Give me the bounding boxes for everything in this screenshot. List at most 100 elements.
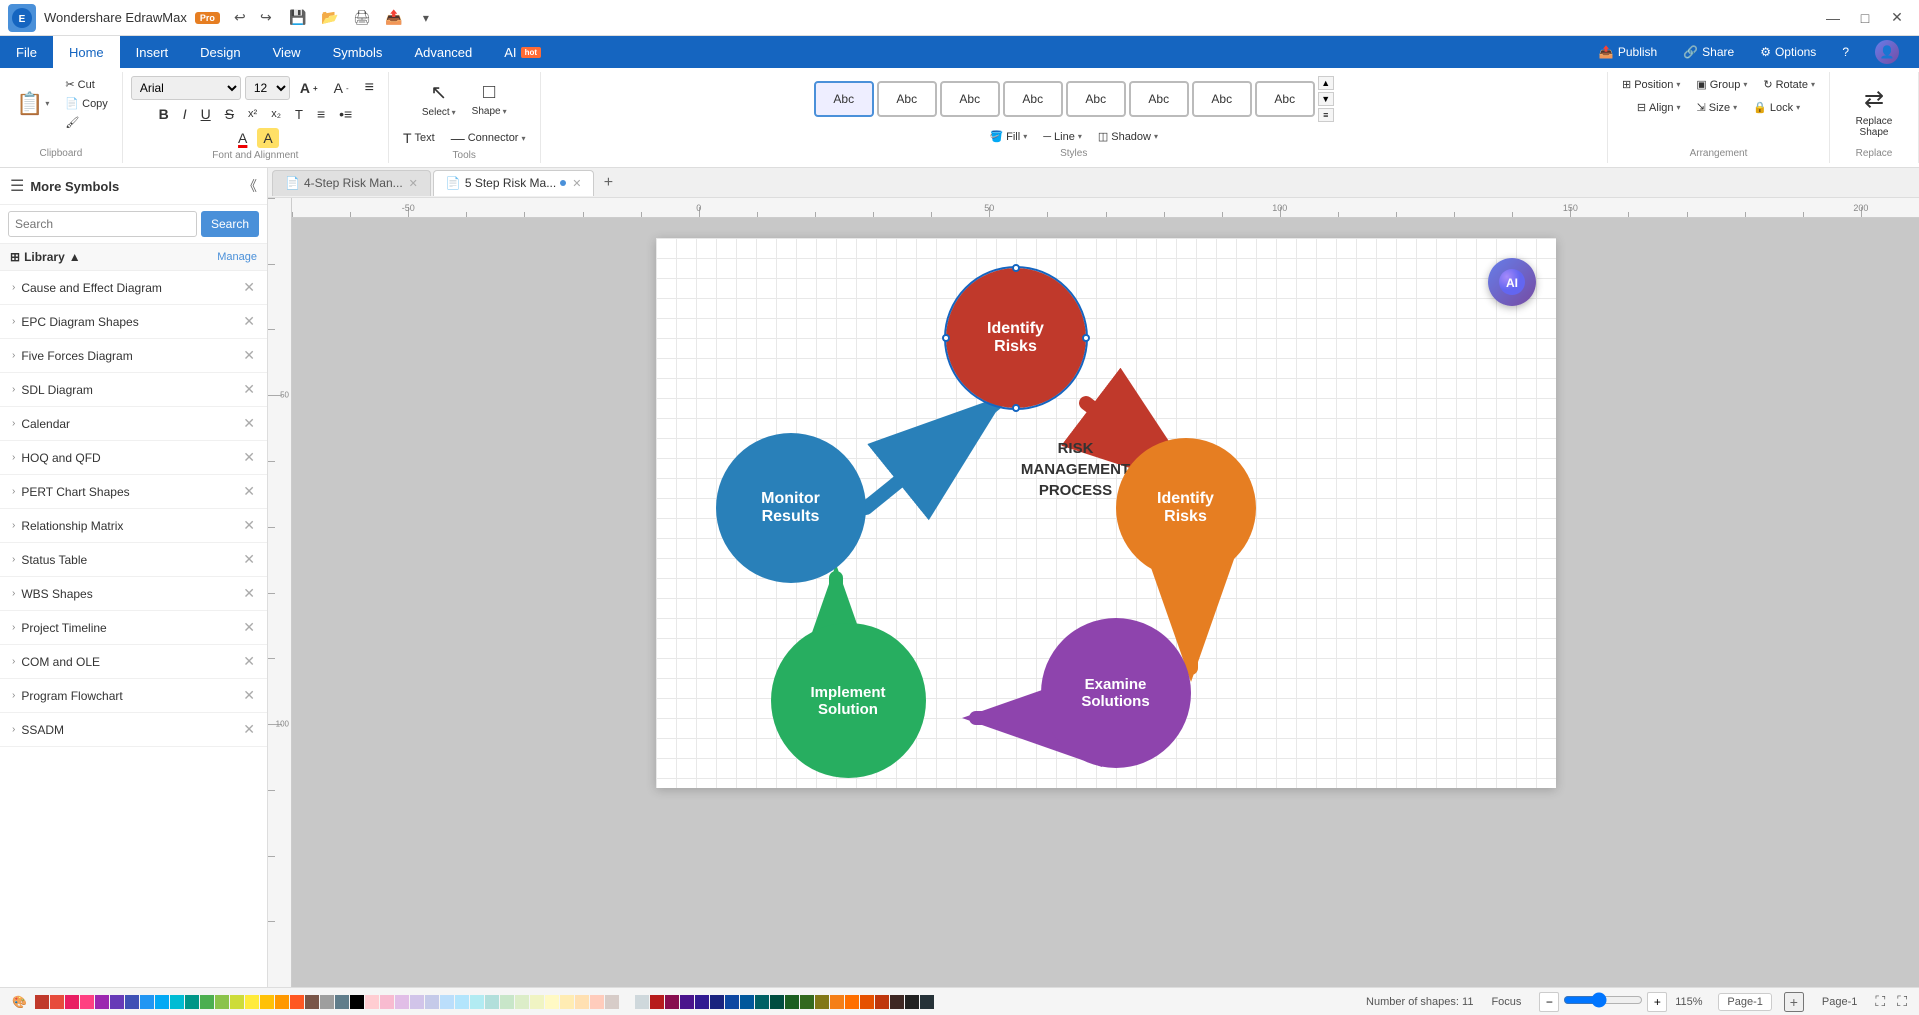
page-label-button[interactable]: Page-1 [1816,994,1863,1010]
menu-view[interactable]: View [257,36,317,68]
zoom-slider[interactable] [1563,992,1643,1011]
italic-button[interactable]: I [177,104,193,124]
style-box-8[interactable]: Abc [1255,81,1315,117]
redo-button[interactable]: ↪ [254,6,278,30]
color-swatch-50[interactable] [785,995,799,1009]
color-swatch-4[interactable] [95,995,109,1009]
color-swatch-39[interactable] [620,995,634,1009]
size-button[interactable]: ⇲ Size ▾ [1691,99,1744,116]
menu-design[interactable]: Design [184,36,256,68]
account-button[interactable]: 👤 [1863,36,1911,68]
color-swatch-45[interactable] [710,995,724,1009]
color-swatch-42[interactable] [665,995,679,1009]
add-tab-button[interactable]: + [596,171,620,195]
sidebar-item-11[interactable]: › COM and OLE ✕ [0,645,267,679]
tab-1-close-icon[interactable]: ✕ [409,177,418,190]
bold-button[interactable]: B [153,104,175,124]
sidebar-item-remove-11[interactable]: ✕ [243,653,255,670]
color-swatch-41[interactable] [650,995,664,1009]
sidebar-item-remove-5[interactable]: ✕ [243,449,255,466]
close-button[interactable]: ✕ [1883,4,1911,32]
zoom-range-input[interactable] [1563,992,1643,1008]
group-button[interactable]: ▣ Group ▾ [1690,76,1753,93]
increase-font-button[interactable]: A+ [294,78,324,98]
styles-down-button[interactable]: ▼ [1318,92,1334,106]
color-swatch-20[interactable] [335,995,349,1009]
lock-button[interactable]: 🔒 Lock ▾ [1747,99,1806,116]
color-swatch-47[interactable] [740,995,754,1009]
color-swatch-38[interactable] [605,995,619,1009]
color-swatch-53[interactable] [830,995,844,1009]
text-button[interactable]: T Text [397,128,441,148]
cut-button[interactable]: ✂ Cut [59,76,113,93]
color-swatch-24[interactable] [395,995,409,1009]
sidebar-item-remove-2[interactable]: ✕ [243,347,255,364]
undo-button[interactable]: ↩ [228,6,252,30]
shape-implement[interactable]: ImplementSolution [771,623,926,778]
more-button[interactable]: ▾ [414,6,438,30]
color-swatch-9[interactable] [170,995,184,1009]
color-swatch-2[interactable] [65,995,79,1009]
save-button[interactable]: 💾 [286,6,310,30]
color-swatch-6[interactable] [125,995,139,1009]
menu-file[interactable]: File [0,36,53,68]
color-swatch-25[interactable] [410,995,424,1009]
shape-identify-top[interactable]: IdentifyRisks [946,268,1086,408]
color-swatch-14[interactable] [245,995,259,1009]
sidebar-item-remove-7[interactable]: ✕ [243,517,255,534]
menu-advanced[interactable]: Advanced [398,36,488,68]
sidebar-item-remove-6[interactable]: ✕ [243,483,255,500]
color-swatch-43[interactable] [680,995,694,1009]
sidebar-item-3[interactable]: › SDL Diagram ✕ [0,373,267,407]
sidebar-item-0[interactable]: › Cause and Effect Diagram ✕ [0,271,267,305]
color-swatch-33[interactable] [530,995,544,1009]
manage-link[interactable]: Manage [217,251,257,263]
style-box-1[interactable]: Abc [814,81,874,117]
color-swatch-37[interactable] [590,995,604,1009]
color-swatch-10[interactable] [185,995,199,1009]
color-swatch-56[interactable] [875,995,889,1009]
align-button[interactable]: ≡ [359,77,380,99]
color-swatch-36[interactable] [575,995,589,1009]
sidebar-collapse-button[interactable]: 《 [243,176,257,196]
sidebar-item-remove-4[interactable]: ✕ [243,415,255,432]
font-color-button[interactable]: A [232,128,253,148]
connector-button[interactable]: — Connector ▾ [445,128,532,148]
underline-button[interactable]: U [195,104,217,124]
color-swatch-1[interactable] [50,995,64,1009]
share-button[interactable]: 🔗 Share [1671,41,1746,63]
menu-insert[interactable]: Insert [120,36,185,68]
color-swatch-59[interactable] [920,995,934,1009]
sidebar-item-4[interactable]: › Calendar ✕ [0,407,267,441]
menu-home[interactable]: Home [53,36,120,68]
style-box-3[interactable]: Abc [940,81,1000,117]
color-swatch-18[interactable] [305,995,319,1009]
list-button[interactable]: ≡ [311,104,331,124]
shape-examine[interactable]: ExamineSolutions [1041,618,1191,768]
color-swatch-46[interactable] [725,995,739,1009]
color-swatch-3[interactable] [80,995,94,1009]
sidebar-item-8[interactable]: › Status Table ✕ [0,543,267,577]
rotate-button[interactable]: ↻ Rotate ▾ [1757,76,1821,93]
select-button[interactable]: ↖ Select ▾ [416,76,462,122]
menu-symbols[interactable]: Symbols [317,36,399,68]
minimize-button[interactable]: — [1819,4,1847,32]
search-button[interactable]: Search [201,211,259,237]
color-swatch-44[interactable] [695,995,709,1009]
shape-button[interactable]: □ Shape ▾ [466,77,513,121]
zoom-in-button[interactable]: + [1647,992,1667,1012]
color-swatch-29[interactable] [470,995,484,1009]
font-name-select[interactable]: Arial [131,76,241,100]
sidebar-item-remove-8[interactable]: ✕ [243,551,255,568]
canvas-scroll[interactable]: RISK MANAGEMENT PROCESS IdentifyRisks Id… [292,218,1919,987]
shape-identify-right[interactable]: IdentifyRisks [1116,438,1256,578]
sidebar-item-remove-10[interactable]: ✕ [243,619,255,636]
sidebar-item-12[interactable]: › Program Flowchart ✕ [0,679,267,713]
sidebar-item-7[interactable]: › Relationship Matrix ✕ [0,509,267,543]
sidebar-item-remove-9[interactable]: ✕ [243,585,255,602]
color-swatch-52[interactable] [815,995,829,1009]
color-swatch-48[interactable] [755,995,769,1009]
styles-more-button[interactable]: ≡ [1318,108,1334,122]
color-swatch-17[interactable] [290,995,304,1009]
color-swatch-27[interactable] [440,995,454,1009]
